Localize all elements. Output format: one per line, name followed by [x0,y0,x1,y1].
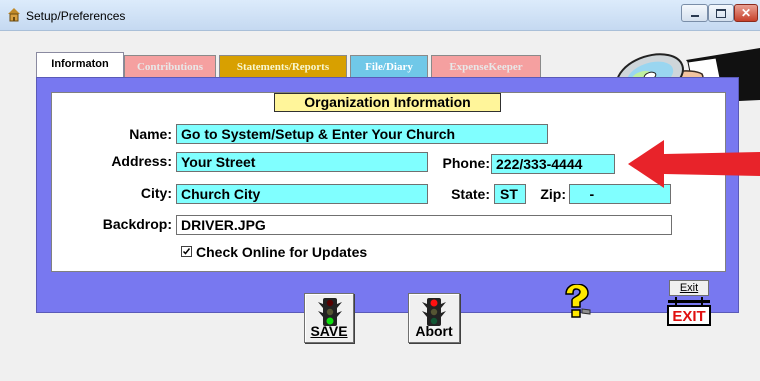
checkmark-icon [182,248,191,255]
close-icon: ✕ [740,6,752,20]
window-title: Setup/Preferences [26,9,126,23]
backdrop-field[interactable]: DRIVER.JPG [176,215,672,235]
maximize-icon [716,8,726,18]
city-label: City: [140,185,172,201]
name-label: Name: [129,126,172,142]
title-bar[interactable]: Setup/Preferences ✕ [0,0,760,31]
exit-button[interactable]: Exit [669,280,709,296]
backdrop-label: Backdrop: [102,216,172,232]
traffic-light-red-icon [422,298,446,326]
minimize-icon [690,15,699,17]
abort-button[interactable]: Abort [408,293,460,343]
minimize-button[interactable] [681,4,708,22]
tab-contributions[interactable]: Contributions [124,55,216,77]
exit-sign-icon[interactable]: EXIT [666,297,712,326]
section-title: Organization Information [274,93,501,112]
close-button[interactable]: ✕ [734,4,758,22]
traffic-light-green-icon [318,298,342,326]
address-field[interactable]: Your Street [176,152,428,172]
setup-preferences-window: Setup/Preferences ✕ Informaton Contribut… [0,0,760,381]
exit-sign-text: EXIT [672,308,705,325]
tab-expensekeeper[interactable]: ExpenseKeeper [431,55,541,77]
phone-label: Phone: [442,155,490,171]
check-updates-label: Check Online for Updates [196,244,368,260]
check-updates-checkbox[interactable] [181,246,192,257]
state-label: State: [451,186,490,202]
app-icon [8,8,20,22]
save-label: SAVE [310,323,348,339]
tab-file-diary[interactable]: File/Diary [350,55,428,77]
red-arrow-icon [628,140,760,188]
exit-area: Exit EXIT [666,280,712,326]
tab-statements-reports[interactable]: Statements/Reports [219,55,347,77]
abort-label: Abort [415,323,453,339]
zip-label: Zip: [540,186,566,202]
state-field[interactable]: ST [494,184,526,204]
maximize-button[interactable] [708,4,734,22]
city-field[interactable]: Church City [176,184,428,204]
exit-label: Exit [679,282,699,294]
tab-information[interactable]: Informaton [36,52,124,77]
name-field[interactable]: Go to System/Setup & Enter Your Church [176,124,548,144]
help-question-icon[interactable] [560,284,592,320]
phone-field[interactable]: 222/333-4444 [491,154,615,174]
save-button[interactable]: SAVE [304,293,354,343]
organization-form [51,92,726,272]
address-label: Address: [111,153,172,169]
